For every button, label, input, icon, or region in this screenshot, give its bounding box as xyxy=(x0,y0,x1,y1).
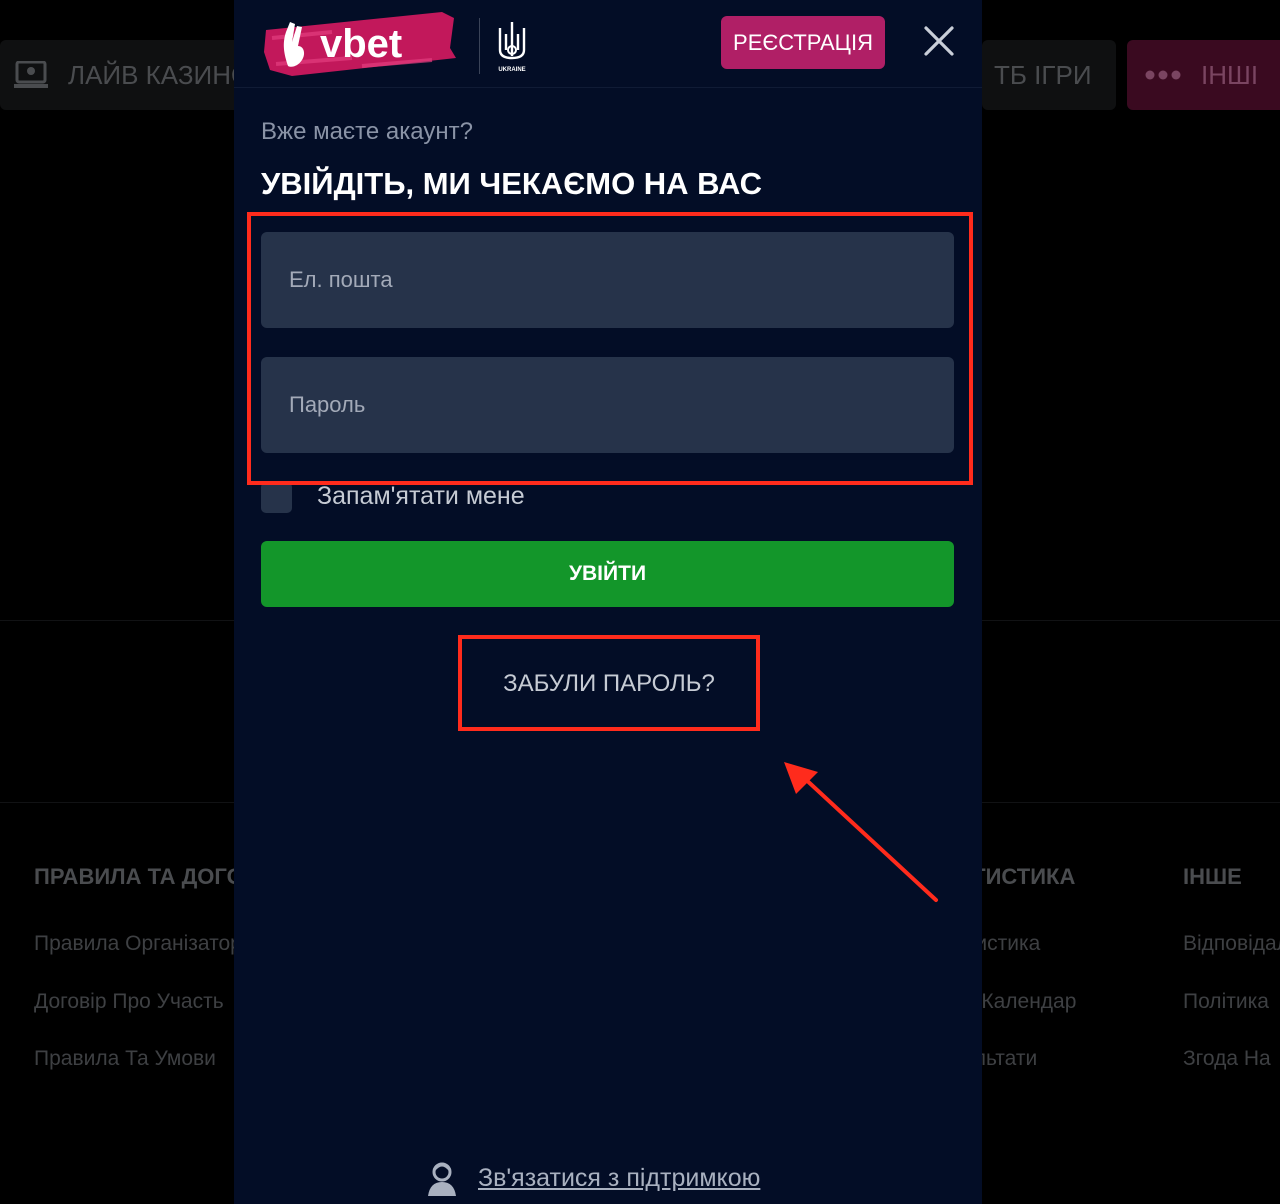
support-agent-icon xyxy=(424,1160,460,1196)
password-field[interactable] xyxy=(261,357,954,453)
register-button[interactable]: РЕЄСТРАЦІЯ xyxy=(721,16,885,69)
login-heading: УВІЙДІТЬ, МИ ЧЕКАЄМО НА ВАС xyxy=(261,166,763,201)
nav-item-live-casino[interactable]: ЛАЙВ КАЗИНО xyxy=(0,40,251,110)
remember-me-label[interactable]: Запам'ятати мене xyxy=(317,482,525,511)
login-modal: vbet UKRAINE РЕЄСТРАЦІЯ Вже маєте акаунт… xyxy=(234,0,982,1204)
nav-item-label: ІНШІ xyxy=(1201,59,1259,90)
page: ЛАЙВ КАЗИНО ТБ ІГРИ ІНШІ ПРАВИЛА ТА ДОГО… xyxy=(0,0,1280,1204)
partner-text: UKRAINE xyxy=(498,67,525,73)
login-subtitle: Вже маєте акаунт? xyxy=(261,118,473,145)
modal-header: vbet UKRAINE РЕЄСТРАЦІЯ xyxy=(234,0,982,88)
footer-link[interactable]: Відповідальна гра xyxy=(1183,932,1280,956)
remember-me-checkbox[interactable] xyxy=(261,482,292,513)
more-dots-icon xyxy=(1145,70,1181,80)
logo-separator xyxy=(479,18,480,74)
forgot-password-link[interactable]: ЗАБУЛИ ПАРОЛЬ? xyxy=(460,638,758,730)
logo-text: vbet xyxy=(320,22,402,66)
nav-item-label: ТБ ІГРИ xyxy=(994,59,1092,90)
nav-item-other[interactable]: ІНШІ xyxy=(1127,40,1280,110)
footer-link[interactable]: Правила Організатора xyxy=(34,932,254,956)
ukraine-federation-logo: UKRAINE xyxy=(494,20,530,74)
footer-link[interactable]: Правила Та Умови xyxy=(34,1047,216,1071)
support-link[interactable]: Зв'язатися з підтримкою xyxy=(478,1164,760,1193)
vbet-logo[interactable]: vbet xyxy=(262,8,458,80)
footer-link[interactable]: Політика xyxy=(1183,990,1269,1014)
nav-item-tv-games[interactable]: ТБ ІГРИ xyxy=(982,40,1116,110)
email-field[interactable] xyxy=(261,232,954,328)
login-button[interactable]: УВІЙТИ xyxy=(261,541,954,607)
forgot-password-label: ЗАБУЛИ ПАРОЛЬ? xyxy=(503,670,715,697)
live-casino-icon xyxy=(14,61,48,89)
close-icon[interactable] xyxy=(920,22,958,60)
support-contact: Зв'язатися з підтримкою xyxy=(424,1160,760,1196)
footer-link[interactable]: Згода На xyxy=(1183,1047,1271,1071)
nav-item-label: ЛАЙВ КАЗИНО xyxy=(68,59,252,90)
footer-column-title: ІНШЕ xyxy=(1183,864,1242,889)
footer-link[interactable]: Договір Про Участь xyxy=(34,990,224,1014)
